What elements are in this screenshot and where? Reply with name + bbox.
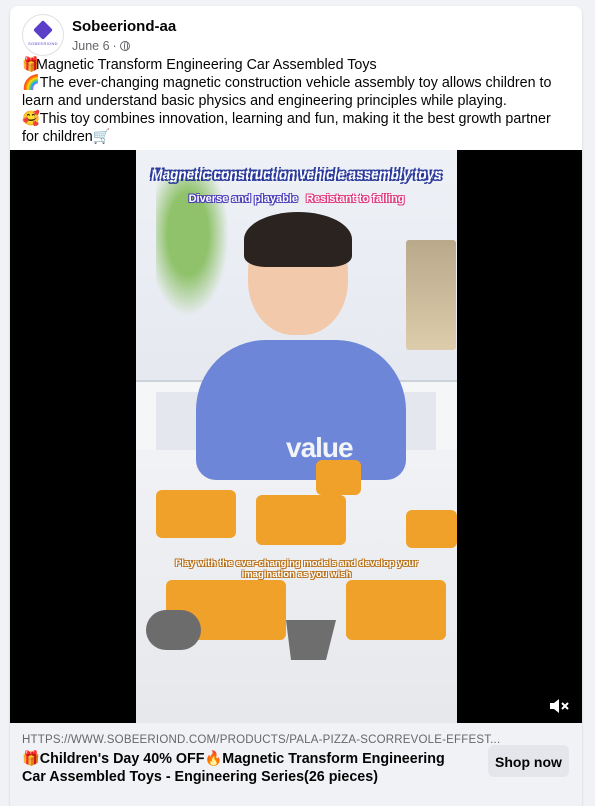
- link-url[interactable]: HTTPS://WWW.SOBEERIOND.COM/PRODUCTS/PALA…: [22, 734, 500, 746]
- video-tag: Resistant to falling: [306, 193, 405, 205]
- toy-truck-image: [256, 495, 346, 545]
- link-title[interactable]: 🎁Children's Day 40% OFF🔥Magnetic Transfo…: [22, 750, 452, 786]
- video-player[interactable]: value Magnetic construction vehicle asse…: [10, 150, 582, 723]
- post-line-1: 🎁Magnetic Transform Engineering Car Asse…: [22, 56, 570, 74]
- gift-emoji-icon: 🎁: [22, 57, 40, 73]
- muted-speaker-icon[interactable]: [548, 697, 570, 715]
- post-line-3: 🥰 This toy combines innovation, learning…: [22, 110, 570, 146]
- video-tags: Diverse and playable Resistant to falling: [136, 193, 457, 205]
- video-title-overlay: Magnetic construction vehicle assembly t…: [151, 167, 442, 182]
- toy-truck-image: [156, 490, 236, 538]
- post-line-text: This toy combines innovation, learning a…: [22, 111, 551, 145]
- lamp-image: [406, 240, 456, 350]
- separator-dot: ·: [112, 39, 117, 53]
- post-date[interactable]: June 6: [72, 39, 110, 53]
- post-meta: June 6 ·: [72, 39, 130, 53]
- post-line-text: Magnetic Transform Engineering Car Assem…: [36, 57, 377, 73]
- avatar[interactable]: SOBEERIOND: [22, 14, 64, 56]
- video-tag: Diverse and playable: [188, 193, 299, 205]
- toy-truck-image: [406, 510, 457, 548]
- video-frame[interactable]: value Magnetic construction vehicle asse…: [136, 150, 457, 723]
- avatar-text: SOBEERIOND: [28, 40, 58, 46]
- post-line-text: The ever-changing magnetic construction …: [22, 75, 552, 109]
- toy-truck-image: [346, 580, 446, 640]
- post-card: SOBEERIOND Sobeeriond-aa June 6 · 🎁Magne…: [10, 6, 582, 806]
- globe-icon: [119, 41, 130, 51]
- author-name[interactable]: Sobeeriond-aa: [72, 18, 176, 35]
- rainbow-emoji-icon: 🌈: [22, 75, 40, 91]
- shop-now-button[interactable]: Shop now: [488, 745, 569, 777]
- toy-truck-image: [316, 460, 361, 495]
- toy-roller-image: [146, 610, 201, 650]
- video-caption: Play with the ever-changing models and d…: [175, 558, 418, 580]
- child-hair-image: [244, 212, 352, 267]
- post-line-2: 🌈 The ever-changing magnetic constructio…: [22, 74, 570, 110]
- post-body: 🎁Magnetic Transform Engineering Car Asse…: [22, 56, 570, 146]
- smiling-hearts-emoji-icon: 🥰: [22, 111, 40, 127]
- brand-logo-icon: [33, 19, 53, 40]
- link-preview[interactable]: HTTPS://WWW.SOBEERIOND.COM/PRODUCTS/PALA…: [10, 723, 582, 806]
